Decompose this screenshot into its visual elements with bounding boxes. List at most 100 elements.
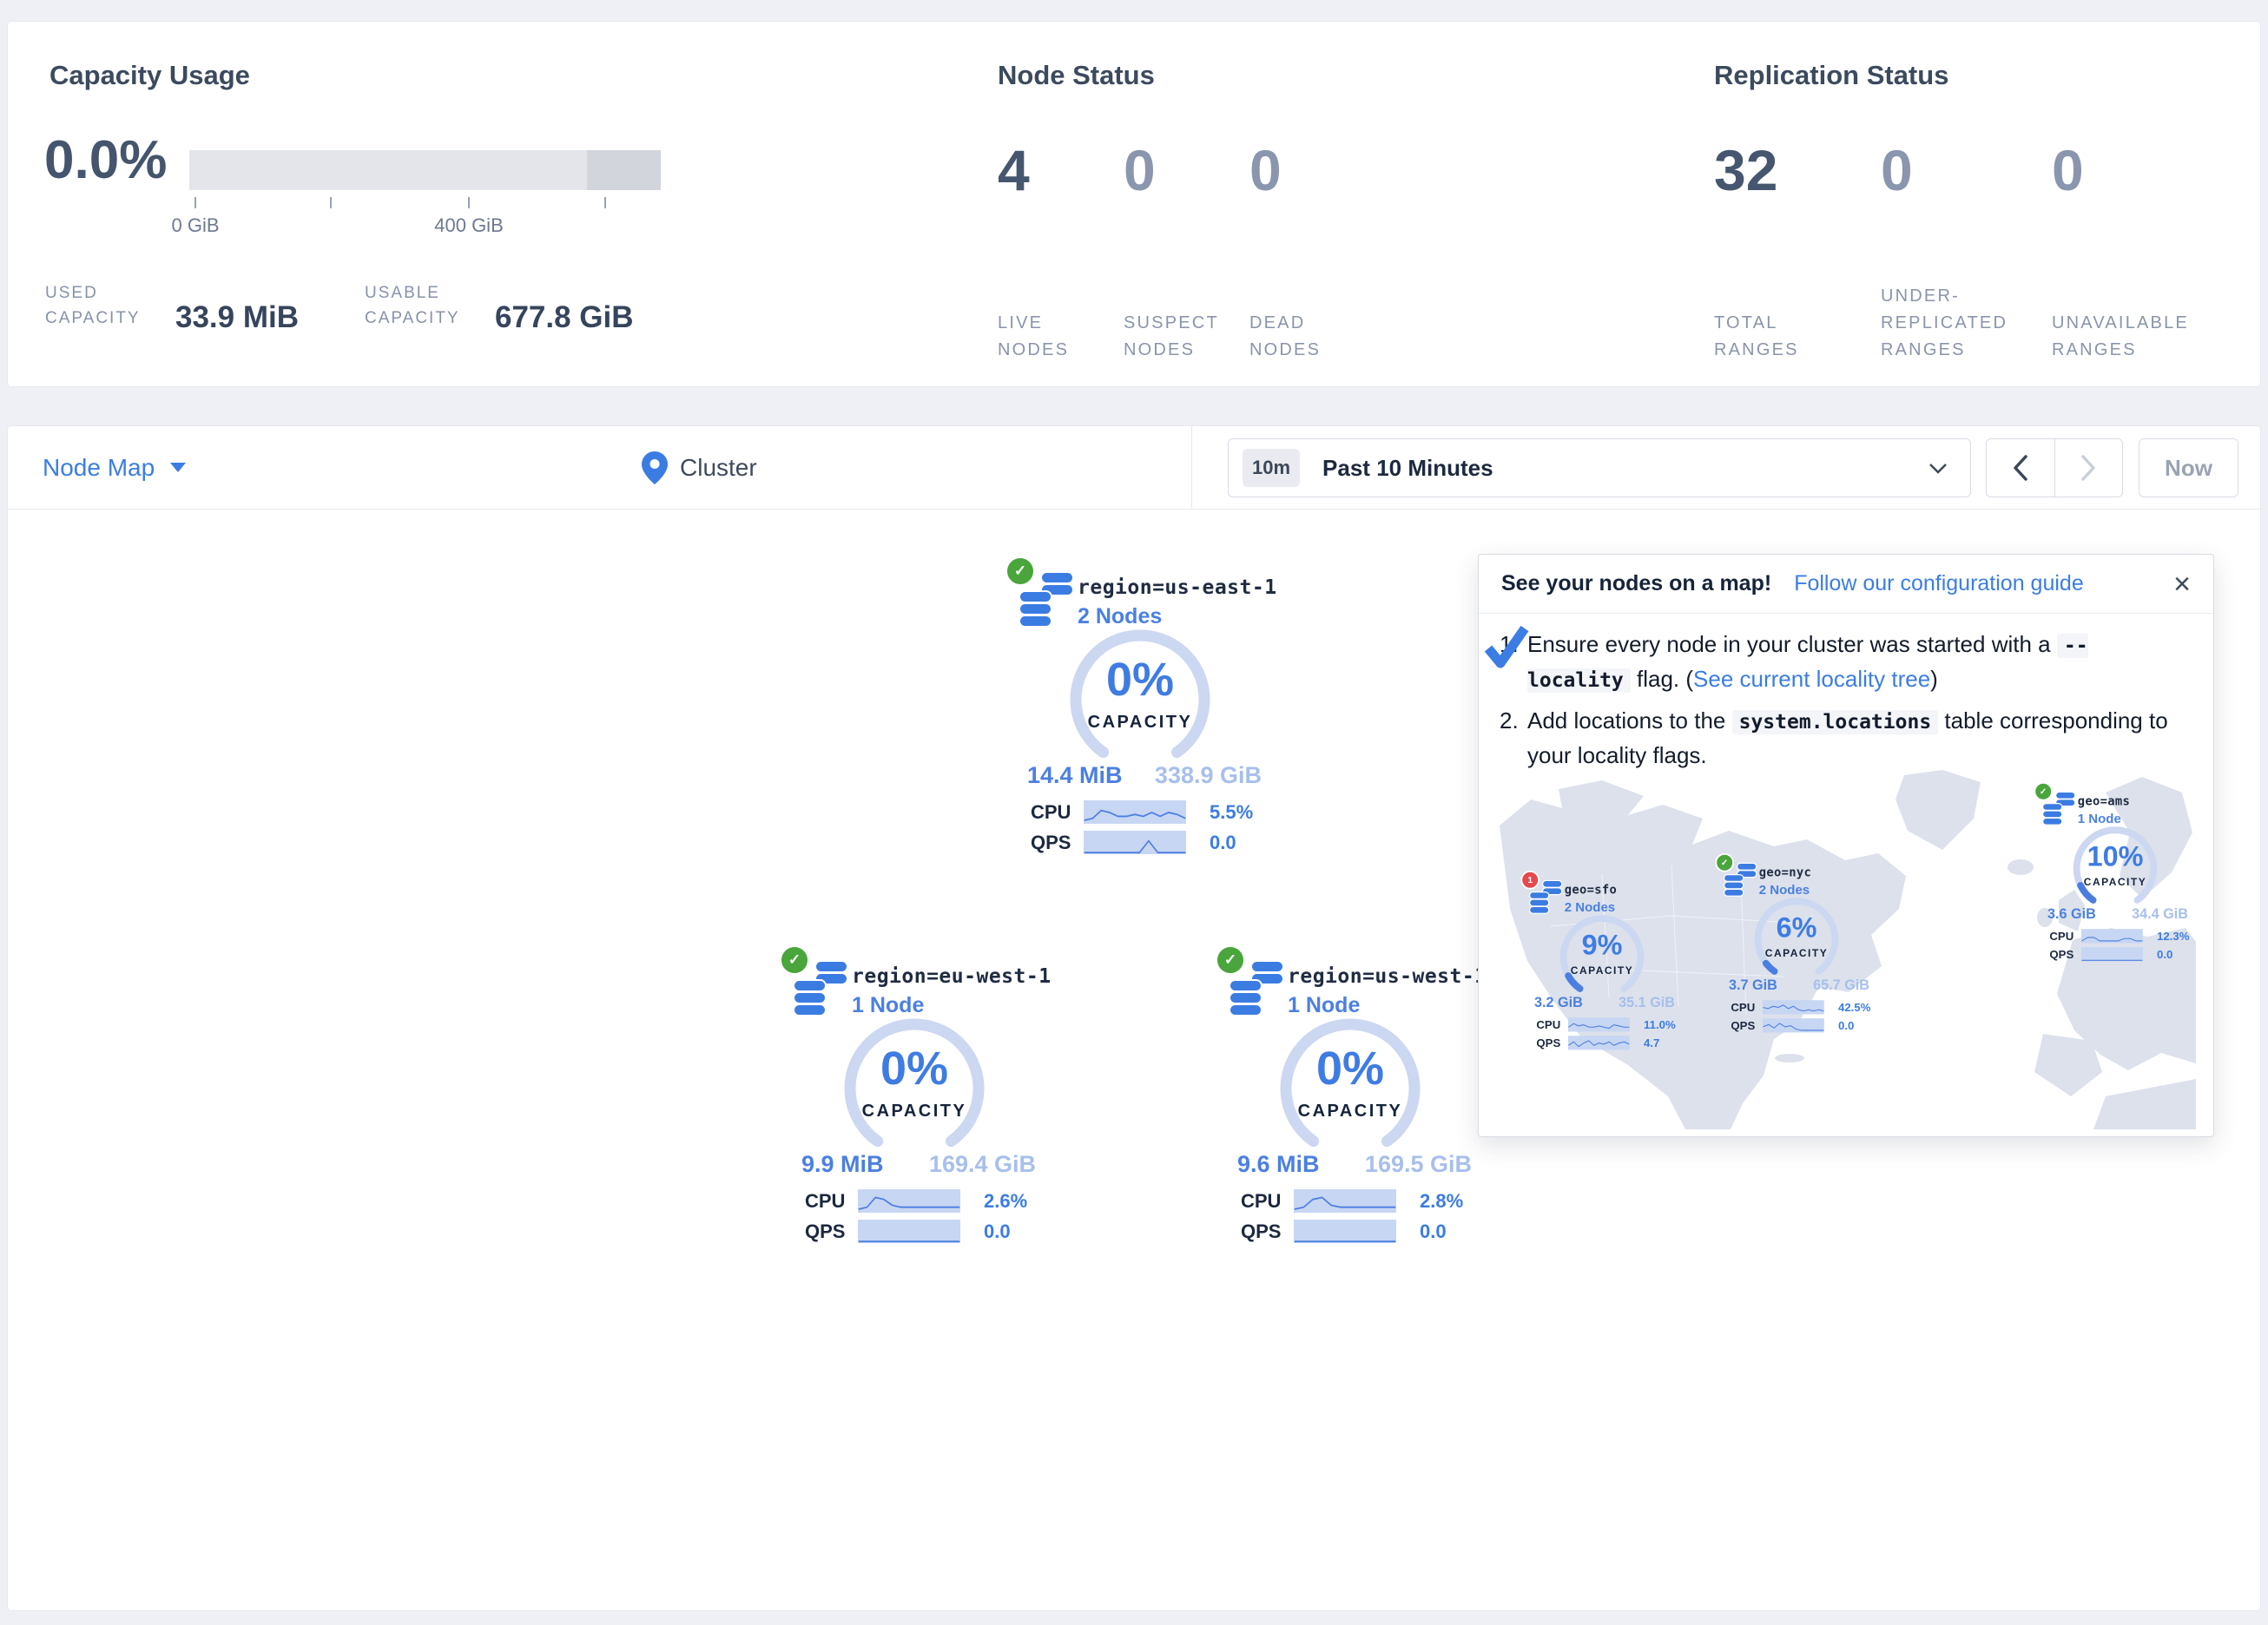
time-prev-button[interactable] bbox=[1987, 439, 2055, 497]
chevron-down-icon bbox=[1928, 463, 1948, 474]
close-icon[interactable]: × bbox=[2173, 569, 2191, 599]
cpu-sparkline bbox=[2081, 929, 2143, 943]
capacity-percent: 10% bbox=[2032, 840, 2199, 872]
qps-value: 0.0 bbox=[984, 1220, 1011, 1243]
suspect-nodes-stat: 0 SUSPECT NODES bbox=[1124, 141, 1241, 364]
step-text: Add locations to the bbox=[1527, 707, 1732, 734]
capacity-percent: 0% bbox=[1001, 653, 1279, 707]
time-next-button[interactable] bbox=[2055, 439, 2123, 497]
qps-value: 0.0 bbox=[1210, 832, 1236, 854]
capacity-values: 3.7 GiB 65.7 GiB bbox=[1729, 977, 1869, 994]
total-ranges-value: 32 bbox=[1714, 141, 1870, 199]
unavailable-ranges-value: 0 bbox=[2052, 141, 2225, 199]
cpu-label: CPU bbox=[805, 1190, 845, 1213]
capacity-values: 9.9 MiB 169.4 GiB bbox=[801, 1151, 1036, 1178]
cpu-label: CPU bbox=[1241, 1190, 1281, 1213]
region-node-us-east-1[interactable]: ✓ region=us-east-1 2 Nodes 0% CAPACITY 1… bbox=[1001, 556, 1279, 855]
dead-nodes-stat: 0 DEAD NODES bbox=[1249, 141, 1367, 364]
node-status-ok-icon: ✓ bbox=[779, 944, 810, 976]
cpu-metric-row: CPU 5.5% bbox=[1001, 799, 1279, 826]
capacity-percent: 9% bbox=[1519, 929, 1685, 961]
capacity-label: CAPACITY bbox=[1519, 965, 1685, 977]
capacity-values: 3.6 GiB 34.4 GiB bbox=[2047, 906, 2188, 923]
region-node-eu-west-1[interactable]: ✓ region=eu-west-1 1 Node 0% CAPACITY 9.… bbox=[775, 944, 1053, 1244]
qps-sparkline bbox=[1084, 831, 1186, 854]
step-2: 2.Add locations to the system.locations … bbox=[1527, 704, 2187, 772]
node-title: region=us-west-1 bbox=[1288, 965, 1487, 988]
qps-sparkline bbox=[1763, 1018, 1824, 1032]
cpu-value: 2.8% bbox=[1420, 1190, 1463, 1213]
chevron-down-icon bbox=[170, 463, 186, 472]
suspect-nodes-label: SUSPECT NODES bbox=[1124, 310, 1232, 364]
capacity-total: 65.7 GiB bbox=[1813, 977, 1869, 994]
capacity-label: CAPACITY bbox=[1713, 948, 1880, 960]
capacity-total: 169.4 GiB bbox=[929, 1151, 1036, 1178]
qps-sparkline bbox=[1568, 1036, 1630, 1049]
cpu-sparkline bbox=[1294, 1189, 1396, 1213]
cpu-metric-row: CPU 2.6% bbox=[775, 1188, 1053, 1214]
under-replicated-ranges-stat: 0 UNDER-REPLICATED RANGES bbox=[1881, 141, 2041, 364]
region-node-us-west-1[interactable]: ✓ region=us-west-1 1 Node 0% CAPACITY 9.… bbox=[1211, 944, 1489, 1244]
qps-metric-row: QPS 0.0 bbox=[1713, 1018, 1880, 1034]
live-nodes-value: 4 bbox=[998, 141, 1115, 199]
qps-label: QPS bbox=[1241, 1220, 1281, 1243]
qps-value: 0.0 bbox=[1838, 1019, 1854, 1033]
qps-metric-row: QPS 0.0 bbox=[775, 1219, 1053, 1245]
view-selector-node-map[interactable]: Node Map bbox=[43, 426, 186, 509]
now-button[interactable]: Now bbox=[2139, 438, 2238, 497]
capacity-values: 9.6 MiB 169.5 GiB bbox=[1237, 1151, 1472, 1178]
usable-capacity: USABLE CAPACITY 677.8 GiB bbox=[365, 280, 634, 332]
node-title: region=us-east-1 bbox=[1078, 576, 1277, 599]
step-number: 2. bbox=[1500, 704, 1519, 737]
cpu-sparkline bbox=[1084, 800, 1186, 824]
qps-metric-row: QPS 0.0 bbox=[2032, 947, 2199, 963]
node-status-ok-icon: ✓ bbox=[1005, 556, 1036, 587]
qps-metric-row: QPS 0.0 bbox=[1001, 830, 1279, 856]
capacity-total: 34.4 GiB bbox=[2132, 906, 2188, 923]
qps-sparkline bbox=[2081, 947, 2143, 961]
node-title: geo=nyc bbox=[1759, 865, 1811, 879]
cluster-overview-stats: Capacity Usage 0.0% 0 GiB 400 GiB USED C… bbox=[7, 21, 2261, 387]
step-text: ) bbox=[1930, 666, 1938, 692]
capacity-percent: 0% bbox=[1211, 1042, 1489, 1095]
time-range-select[interactable]: 10m Past 10 Minutes bbox=[1228, 438, 1971, 497]
dead-nodes-value: 0 bbox=[1249, 141, 1367, 199]
popup-steps: 1.Ensure every node in your cluster was … bbox=[1527, 628, 2187, 779]
qps-label: QPS bbox=[1536, 1036, 1560, 1050]
geo-node-nyc[interactable]: ✓ geo=nyc 2 Nodes 6% CAPACITY 3.7 GiB 65… bbox=[1713, 853, 1880, 1033]
locality-tree-link[interactable]: See current locality tree bbox=[1693, 666, 1930, 692]
map-toolbar: Node Map Cluster 10m Past 10 Minutes bbox=[8, 426, 2260, 510]
usable-capacity-label: USABLE CAPACITY bbox=[365, 280, 476, 332]
location-pin-icon bbox=[642, 451, 668, 484]
capacity-gauge-reserved-segment bbox=[587, 150, 661, 190]
breadcrumb[interactable]: Cluster bbox=[642, 426, 757, 509]
cpu-metric-row: CPU 42.5% bbox=[1713, 1000, 1880, 1016]
node-title: geo=sfo bbox=[1565, 883, 1617, 897]
capacity-used: 9.6 MiB bbox=[1237, 1151, 1320, 1178]
qps-value: 0.0 bbox=[1420, 1220, 1447, 1243]
time-range-label: Past 10 Minutes bbox=[1322, 455, 1493, 482]
qps-label: QPS bbox=[1031, 832, 1071, 854]
node-title: region=eu-west-1 bbox=[852, 965, 1052, 988]
cpu-sparkline bbox=[1568, 1017, 1630, 1031]
capacity-tick-label-400: 400 GiB bbox=[434, 214, 504, 237]
capacity-usage-title: Capacity Usage bbox=[49, 60, 250, 91]
qps-metric-row: QPS 4.7 bbox=[1519, 1036, 1685, 1051]
live-nodes-label: LIVE NODES bbox=[998, 310, 1093, 364]
capacity-tick bbox=[330, 197, 332, 208]
page-bottom-gutter bbox=[0, 1611, 2268, 1625]
capacity-used: 3.2 GiB bbox=[1534, 995, 1583, 1011]
qps-sparkline bbox=[1294, 1220, 1396, 1243]
unavailable-ranges-stat: 0 UNAVAILABLE RANGES bbox=[2052, 141, 2225, 364]
time-nav-group bbox=[1986, 438, 2123, 497]
node-status-ok-icon: ✓ bbox=[1215, 944, 1246, 976]
geo-node-ams[interactable]: ✓ geo=ams 1 Node 10% CAPACITY 3.6 GiB 34… bbox=[2032, 782, 2199, 962]
capacity-tick-label-0: 0 GiB bbox=[171, 214, 219, 237]
geo-node-sfo[interactable]: 1 geo=sfo 2 Nodes 9% CAPACITY 3.2 GiB 35… bbox=[1519, 871, 1685, 1050]
configuration-guide-link[interactable]: Follow our configuration guide bbox=[1794, 571, 2084, 596]
qps-value: 4.7 bbox=[1644, 1036, 1659, 1050]
cpu-value: 2.6% bbox=[984, 1190, 1027, 1213]
live-nodes-stat: 4 LIVE NODES bbox=[998, 141, 1115, 364]
view-selector-label: Node Map bbox=[43, 454, 155, 482]
qps-value: 0.0 bbox=[2157, 948, 2172, 962]
